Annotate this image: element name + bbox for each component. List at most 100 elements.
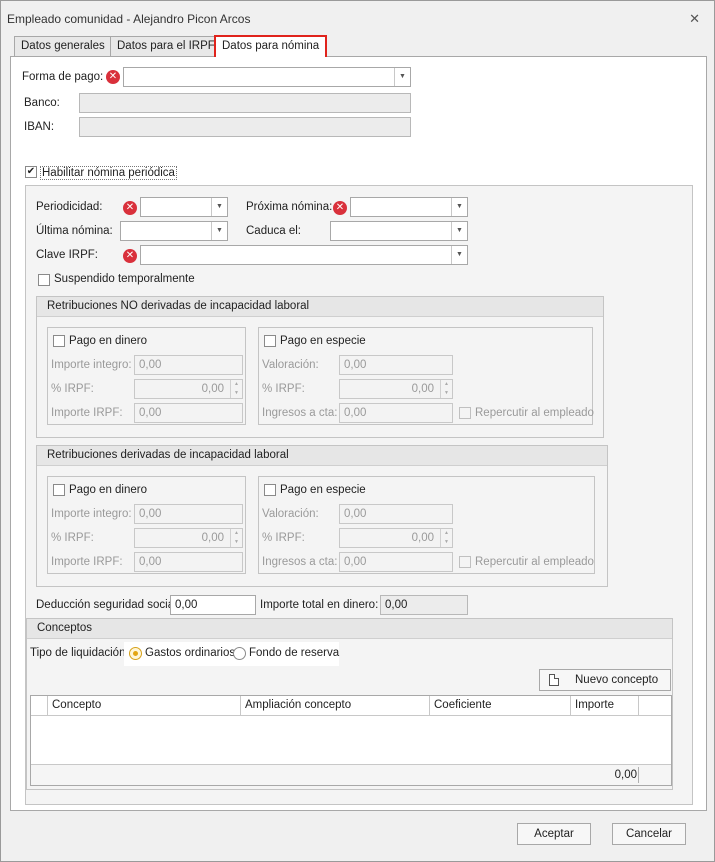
banco-label: Banco: — [24, 97, 60, 109]
irpf-label: % IRPF: — [51, 383, 94, 395]
valoracion-label: Valoración: — [262, 508, 319, 520]
importe-integro-label: Importe integro: — [51, 359, 132, 371]
importe-total-field[interactable]: 0,00 — [380, 595, 468, 615]
importe-irpf-field[interactable]: 0,00 — [134, 403, 243, 423]
close-icon[interactable]: ✕ — [689, 11, 700, 27]
chevron-down-icon[interactable]: ▼ — [451, 246, 467, 264]
footer-divider — [638, 767, 639, 783]
column-header-concepto[interactable]: Concepto — [48, 696, 241, 716]
importe-integro-field[interactable]: 0,00 — [134, 355, 243, 375]
proxima-nomina-date[interactable]: ▼ — [350, 197, 468, 217]
column-header-blank — [639, 696, 671, 716]
chevron-down-icon[interactable]: ▼ — [211, 222, 227, 240]
repercutir-label[interactable]: Repercutir al empleado — [475, 556, 594, 568]
fondo-reserva-radio[interactable] — [233, 647, 246, 660]
importe-total-footer: 0,00 — [614, 769, 637, 781]
habilitar-checkbox[interactable]: ✔ — [25, 166, 37, 178]
error-icon: ✕ — [106, 70, 120, 84]
spin-icon[interactable]: ▲ ▼ — [440, 529, 452, 547]
chevron-down-icon[interactable]: ▼ — [211, 198, 227, 216]
suspendido-checkbox[interactable] — [38, 274, 50, 286]
conceptos-title: Conceptos — [27, 619, 672, 639]
iban-field[interactable] — [79, 117, 411, 137]
irpf-spinner[interactable]: 0,00 ▲ ▼ — [134, 528, 243, 548]
valoracion-field[interactable]: 0,00 — [339, 504, 453, 524]
spin-icon[interactable]: ▲ ▼ — [230, 380, 242, 398]
chevron-down-icon[interactable]: ▼ — [451, 222, 467, 240]
banco-field[interactable] — [79, 93, 411, 113]
title-bar: Empleado comunidad - Alejandro Picon Arc… — [1, 1, 714, 35]
ingresos-cta-label: Ingresos a cta: — [262, 556, 338, 568]
repercutir-label[interactable]: Repercutir al empleado — [475, 407, 594, 419]
fondo-reserva-label[interactable]: Fondo de reserva — [249, 647, 339, 659]
importe-integro-field[interactable]: 0,00 — [134, 504, 243, 524]
dialog-window: Empleado comunidad - Alejandro Picon Arc… — [0, 0, 715, 862]
window-title: Empleado comunidad - Alejandro Picon Arc… — [7, 12, 251, 26]
pago-dinero-label[interactable]: Pago en dinero — [69, 484, 147, 496]
suspendido-label[interactable]: Suspendido temporalmente — [54, 273, 195, 285]
chevron-down-icon[interactable]: ▼ — [394, 68, 410, 86]
ingresos-cta-field[interactable]: 0,00 — [339, 552, 453, 572]
pago-especie-label[interactable]: Pago en especie — [280, 484, 366, 496]
pago-especie-panel: Pago en especie Valoración: 0,00 % IRPF:… — [258, 476, 595, 574]
pago-especie-checkbox[interactable] — [264, 484, 276, 496]
error-icon: ✕ — [333, 201, 347, 215]
spin-icon[interactable]: ▲ ▼ — [440, 380, 452, 398]
conceptos-group: Conceptos Tipo de liquidación: Gastos or… — [26, 618, 673, 790]
group-title: Retribuciones derivadas de incapacidad l… — [37, 446, 607, 466]
pago-dinero-panel: Pago en dinero Importe integro: 0,00 % I… — [47, 327, 246, 425]
valoracion-field[interactable]: 0,00 — [339, 355, 453, 375]
irpf-label: % IRPF: — [51, 532, 94, 544]
tab-datos-irpf[interactable]: Datos para el IRPF — [110, 36, 222, 57]
irpf-spinner[interactable]: 0,00 ▲ ▼ — [134, 379, 243, 399]
tab-datos-nomina[interactable]: Datos para nómina — [214, 35, 328, 57]
ultima-nomina-date[interactable]: ▼ — [120, 221, 228, 241]
pago-especie-checkbox[interactable] — [264, 335, 276, 347]
cancelar-button[interactable]: Cancelar — [612, 823, 686, 845]
proxima-nomina-label: Próxima nómina: — [246, 201, 333, 213]
pago-dinero-label[interactable]: Pago en dinero — [69, 335, 147, 347]
irpf-spinner[interactable]: 0,00 ▲ ▼ — [339, 528, 453, 548]
tab-panel-nomina: Forma de pago: ✕ ▼ Banco: IBAN: ✔ Habili… — [10, 56, 707, 811]
error-icon: ✕ — [123, 201, 137, 215]
irpf-label: % IRPF: — [262, 532, 305, 544]
deduccion-field[interactable]: 0,00 — [170, 595, 256, 615]
valoracion-label: Valoración: — [262, 359, 319, 371]
iban-label: IBAN: — [24, 121, 55, 133]
pago-especie-label[interactable]: Pago en especie — [280, 335, 366, 347]
spin-icon[interactable]: ▲ ▼ — [230, 529, 242, 547]
ingresos-cta-field[interactable]: 0,00 — [339, 403, 453, 423]
repercutir-checkbox[interactable] — [459, 556, 471, 568]
gastos-ordinarios-radio[interactable] — [129, 647, 142, 660]
irpf-spinner[interactable]: 0,00 ▲ ▼ — [339, 379, 453, 399]
periodicidad-select[interactable]: ▼ — [140, 197, 228, 217]
importe-integro-label: Importe integro: — [51, 508, 132, 520]
column-header-ampliacion[interactable]: Ampliación concepto — [241, 696, 430, 716]
aceptar-button[interactable]: Aceptar — [517, 823, 591, 845]
column-header-importe[interactable]: Importe — [571, 696, 639, 716]
liquidacion-radio-group: Gastos ordinarios Fondo de reserva — [124, 642, 339, 666]
clave-irpf-select[interactable]: ▼ — [140, 245, 468, 265]
caduca-date[interactable]: ▼ — [330, 221, 468, 241]
nuevo-concepto-button[interactable]: Nuevo concepto — [539, 669, 671, 691]
importe-irpf-field[interactable]: 0,00 — [134, 552, 243, 572]
habilitar-label[interactable]: Habilitar nómina periódica — [40, 166, 177, 180]
table-footer: 0,00 — [31, 764, 671, 785]
importe-irpf-label: Importe IRPF: — [51, 556, 123, 568]
retribuciones-derivadas-group: Retribuciones derivadas de incapacidad l… — [36, 445, 608, 587]
clave-irpf-label: Clave IRPF: — [36, 249, 98, 261]
chevron-down-icon[interactable]: ▼ — [451, 198, 467, 216]
irpf-label: % IRPF: — [262, 383, 305, 395]
pago-dinero-checkbox[interactable] — [53, 335, 65, 347]
gastos-ordinarios-label[interactable]: Gastos ordinarios — [145, 647, 235, 659]
repercutir-checkbox[interactable] — [459, 407, 471, 419]
tab-datos-generales[interactable]: Datos generales — [14, 36, 112, 57]
forma-pago-select[interactable]: ▼ — [123, 67, 411, 87]
conceptos-table: Concepto Ampliación concepto Coeficiente… — [30, 695, 672, 786]
importe-irpf-label: Importe IRPF: — [51, 407, 123, 419]
forma-pago-label: Forma de pago: — [22, 71, 104, 83]
caduca-label: Caduca el: — [246, 225, 301, 237]
column-header-coeficiente[interactable]: Coeficiente — [430, 696, 571, 716]
pago-dinero-checkbox[interactable] — [53, 484, 65, 496]
pago-dinero-panel: Pago en dinero Importe integro: 0,00 % I… — [47, 476, 246, 574]
